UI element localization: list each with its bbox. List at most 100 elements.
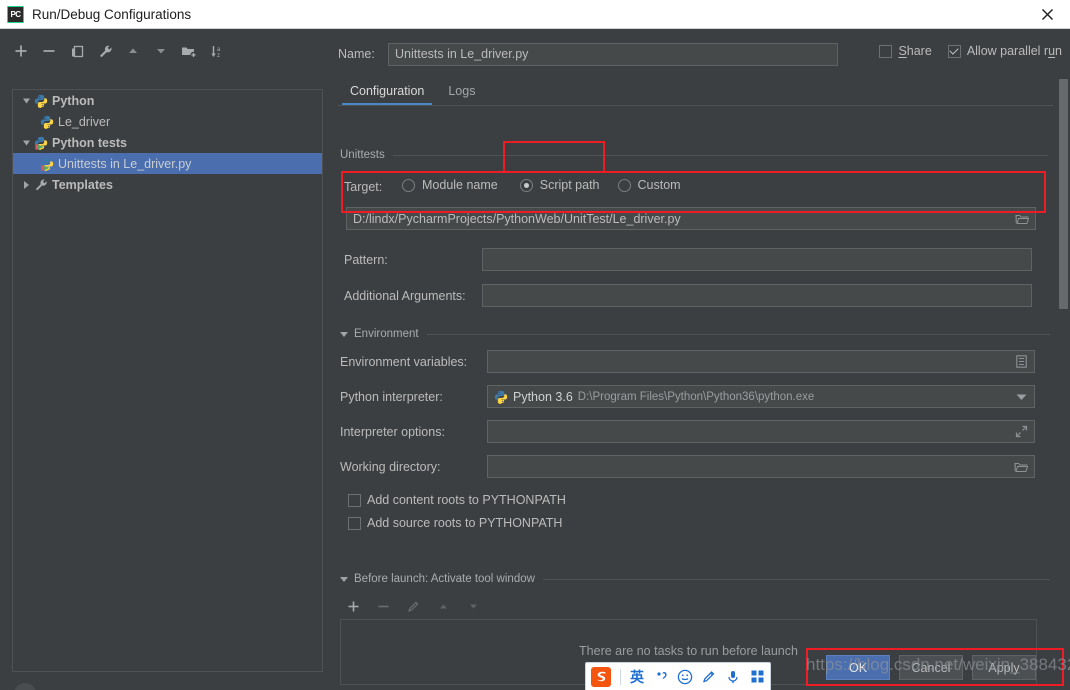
configurations-tree[interactable]: Python Le_driver [12,89,323,672]
remove-task-button[interactable] [370,594,396,618]
pattern-input[interactable] [482,248,1032,271]
add-configuration-button[interactable] [8,39,34,63]
allow-parallel-run-checkbox-box [948,45,961,58]
environment-variables-label: Environment variables: [340,355,467,369]
sogou-icon[interactable] [586,664,616,690]
sidebar-toolbar: a z [8,38,230,64]
environment-group-header[interactable]: Environment [340,328,1050,340]
ime-toolbox-button[interactable] [745,664,769,690]
script-path-input[interactable]: D:/lindx/PycharmProjects/PythonWeb/UnitT… [346,207,1036,230]
cancel-button[interactable]: Cancel [899,655,963,680]
run-debug-configurations-dialog: PC Run/Debug Configurations [0,0,1070,690]
environment-group-title: Environment [354,328,419,340]
tree-item-python[interactable]: Python [13,90,322,111]
share-checkbox-box [879,45,892,58]
window-title: Run/Debug Configurations [32,7,191,22]
allow-parallel-run-checkbox[interactable]: Allow parallel run [948,44,1062,58]
wrench-icon[interactable] [92,39,118,63]
folder-add-icon[interactable] [176,39,202,63]
add-task-button[interactable] [340,594,366,618]
expand-arrow-icon[interactable] [19,94,33,108]
interpreter-options-input[interactable] [487,420,1035,443]
python-icon [39,114,55,130]
tree-item-label: Le_driver [58,115,110,129]
allow-parallel-run-label: Allow parallel run [967,44,1062,58]
tree-item-label: Templates [52,178,113,192]
tree-item-le-driver[interactable]: Le_driver [13,111,322,132]
editor-tabs: Configuration Logs [338,77,1062,105]
chevron-down-icon[interactable] [340,577,348,582]
remove-configuration-button[interactable] [36,39,62,63]
ime-handwriting-button[interactable] [697,664,721,690]
list-edit-icon[interactable] [1011,351,1031,372]
python-icon [494,390,508,404]
move-task-down-button[interactable] [460,594,486,618]
triangle-down-icon[interactable] [148,39,174,63]
tabs-divider [338,105,1053,106]
ok-button[interactable]: OK [826,655,890,680]
working-directory-input[interactable] [487,455,1035,478]
tree-item-label: Python tests [52,136,127,150]
radio-indicator [402,179,415,192]
additional-arguments-label: Additional Arguments: [344,289,466,303]
interpreter-options-label: Interpreter options: [340,425,445,439]
target-option-label: Module name [422,178,498,192]
add-source-roots-checkbox[interactable]: Add source roots to PYTHONPATH [348,516,562,530]
collapse-arrow-icon[interactable] [19,178,33,192]
help-button[interactable]: ? [14,683,36,690]
share-label: SSharehare [898,44,931,58]
group-divider [427,334,1050,335]
target-label: Target: [344,180,382,194]
name-label: Name: [338,47,388,61]
folder-icon[interactable] [1011,456,1031,477]
before-launch-toolbar [340,594,486,618]
target-option-label: Custom [638,178,681,192]
tab-logs[interactable]: Logs [436,84,487,105]
python-icon [33,93,49,109]
target-option-script-path[interactable]: Script path [520,178,600,192]
copy-configuration-button[interactable] [64,39,90,63]
pycharm-icon: PC [7,6,24,23]
add-source-roots-label: Add source roots to PYTHONPATH [367,516,562,530]
sort-az-icon[interactable]: a z [204,39,230,63]
tree-item-unittests-in-le-driver[interactable]: Unittests in Le_driver.py [13,153,322,174]
script-path-value: D:/lindx/PycharmProjects/PythonWeb/UnitT… [353,212,681,226]
chevron-down-icon[interactable] [340,332,348,337]
python-test-icon [33,135,49,151]
additional-arguments-input[interactable] [482,284,1032,307]
target-option-custom[interactable]: Custom [618,178,681,192]
python-test-icon [39,156,55,172]
python-interpreter-label: Python interpreter: [340,390,443,404]
tree-item-templates[interactable]: Templates [13,174,322,195]
ime-divider [620,669,621,685]
ime-emoji-button[interactable] [673,664,697,690]
apply-button[interactable]: Apply [972,655,1036,680]
configuration-content: Unittests Target: Module name Script pat… [330,107,1070,652]
environment-variables-input[interactable] [487,350,1035,373]
chevron-down-icon[interactable] [1011,386,1031,407]
close-icon[interactable] [1024,0,1070,28]
tree-item-python-tests[interactable]: Python tests [13,132,322,153]
working-directory-label: Working directory: [340,460,441,474]
editor-scrollbar-thumb[interactable] [1059,79,1068,309]
ime-voice-input-button[interactable] [721,664,745,690]
tree-item-label: Unittests in Le_driver.py [58,157,191,171]
expand-arrow-icon[interactable] [19,136,33,150]
ime-punctuation-mode[interactable] [649,664,673,690]
folder-icon[interactable] [1012,208,1032,229]
ime-language-mode[interactable]: 英 [625,664,649,690]
python-interpreter-select[interactable]: Python 3.6 D:\Program Files\Python\Pytho… [487,385,1035,408]
python-interpreter-name: Python 3.6 [513,390,573,404]
share-checkbox[interactable]: SSharehare [879,44,931,58]
before-launch-group-header[interactable]: Before launch: Activate tool window [340,573,1050,585]
tab-configuration[interactable]: Configuration [338,84,436,105]
name-input[interactable] [388,43,838,66]
add-content-roots-checkbox[interactable]: Add content roots to PYTHONPATH [348,493,566,507]
unittests-group-title: Unittests [340,149,385,161]
target-option-module-name[interactable]: Module name [402,178,498,192]
triangle-up-icon[interactable] [120,39,146,63]
python-interpreter-path: D:\Program Files\Python\Python36\python.… [578,391,815,403]
expand-icon[interactable] [1011,421,1031,442]
pencil-icon[interactable] [400,594,426,618]
move-task-up-button[interactable] [430,594,456,618]
